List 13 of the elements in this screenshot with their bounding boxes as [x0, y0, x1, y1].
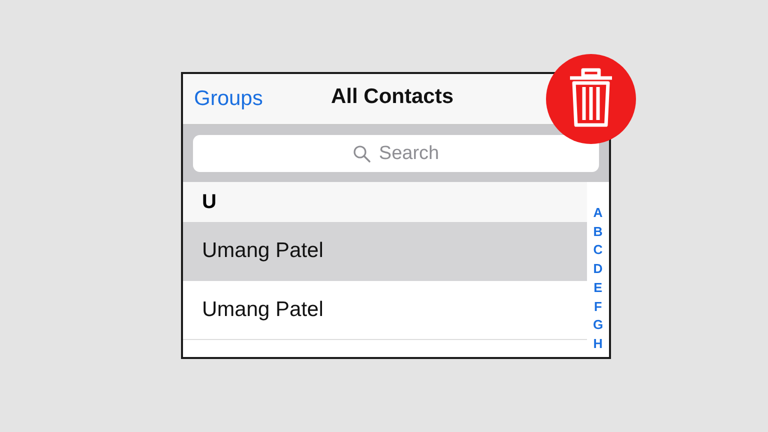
groups-link[interactable]: Groups — [194, 87, 263, 111]
screen-title: All Contacts — [331, 85, 454, 109]
index-letter[interactable]: A — [593, 204, 603, 223]
index-letter[interactable]: F — [594, 298, 602, 316]
search-field[interactable]: Search — [193, 135, 599, 172]
index-letter[interactable]: H — [593, 334, 603, 354]
index-letter[interactable]: D — [593, 260, 603, 279]
index-letter[interactable]: E — [594, 278, 602, 298]
index-letter[interactable]: C — [593, 241, 603, 260]
index-letter[interactable]: B — [593, 222, 603, 242]
index-letter[interactable]: G — [592, 316, 604, 335]
contact-row[interactable]: Umang Patel — [183, 222, 587, 281]
section-header: U — [183, 182, 587, 222]
